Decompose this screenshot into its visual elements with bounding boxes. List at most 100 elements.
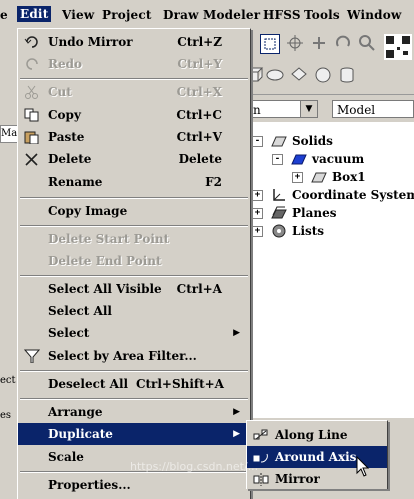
polygon-icon: [291, 67, 307, 81]
menu-window[interactable]: Window: [347, 8, 401, 22]
menu-item-shortcut: Ctrl+Y: [177, 57, 222, 71]
sphere-icon: [315, 67, 331, 83]
mirror-icon: [253, 473, 269, 486]
toolbar: [246, 30, 414, 95]
draw-polygon-button[interactable]: [290, 66, 308, 84]
menu-item-select[interactable]: Select ▶: [18, 322, 250, 344]
menu-separator: [20, 370, 248, 372]
edit-menu-dropdown: Undo Mirror Ctrl+Z Redo Ctrl+Y Cut Ctrl+…: [17, 28, 251, 499]
menu-item-shortcut: Delete: [178, 152, 222, 166]
zoom-icon: [359, 35, 375, 51]
menu-item-label: Properties...: [48, 478, 131, 492]
menu-separator: [20, 197, 248, 199]
zoom-button[interactable]: [358, 34, 376, 52]
menu-item-select-area-filter[interactable]: Select by Area Filter...: [18, 345, 250, 367]
planes-icon: [271, 206, 287, 219]
menu-item-label: Select: [48, 326, 90, 340]
menu-file-partial[interactable]: e: [0, 8, 8, 22]
collapse-toggle[interactable]: -: [252, 136, 263, 147]
menu-draw[interactable]: Draw: [163, 8, 199, 22]
rotate-icon: [336, 35, 350, 47]
menu-item-delete-start-point[interactable]: Delete Start Point: [18, 228, 250, 250]
menu-item-redo[interactable]: Redo Ctrl+Y: [18, 53, 250, 75]
menu-item-copy-image[interactable]: Copy Image: [18, 200, 250, 222]
menu-item-label: Copy Image: [48, 204, 128, 218]
menu-item-rename[interactable]: Rename F2: [18, 171, 250, 193]
redo-icon: [26, 58, 38, 70]
menu-item-select-all-visible[interactable]: Select All Visible Ctrl+A: [18, 278, 250, 300]
expand-toggle[interactable]: +: [252, 208, 263, 219]
menu-bar: e Edit View Project Draw Modeler HFSS To…: [0, 0, 414, 30]
crosshair-icon: [287, 35, 303, 51]
left-section-label-2: es: [0, 410, 12, 421]
menu-separator: [20, 225, 248, 227]
tree-label: Planes: [292, 206, 337, 220]
expand-toggle[interactable]: +: [252, 190, 263, 201]
select-icon: [264, 38, 276, 50]
tree-label: Solids: [292, 134, 333, 148]
submenu-item-along-line[interactable]: Along Line: [247, 424, 387, 446]
menu-item-label: Select All: [48, 304, 112, 318]
menu-item-paste[interactable]: Paste Ctrl+V: [18, 126, 250, 148]
menu-item-cut[interactable]: Cut Ctrl+X: [18, 81, 250, 103]
menu-item-shortcut: Ctrl+A: [176, 282, 222, 296]
left-section-label: ect: [0, 375, 16, 386]
model-combo[interactable]: Model: [332, 100, 414, 118]
menu-item-select-all[interactable]: Select All: [18, 300, 250, 322]
select-mode-button[interactable]: [260, 34, 280, 54]
draw-sphere-button[interactable]: [314, 66, 332, 84]
selection-mode-combo[interactable]: n ▼: [248, 100, 318, 118]
menu-item-delete[interactable]: Delete Delete: [18, 148, 250, 170]
lists-icon: [272, 224, 286, 238]
menu-item-deselect-all[interactable]: Deselect All Ctrl+Shift+A: [18, 373, 250, 395]
draw-cylinder-button[interactable]: [338, 66, 356, 84]
menu-item-duplicate[interactable]: Duplicate ▶: [18, 423, 250, 445]
tree-label: Box1: [332, 170, 366, 184]
menu-item-label: Cut: [48, 85, 72, 99]
delete-x-icon: [25, 153, 38, 166]
menu-item-arrange[interactable]: Arrange ▶: [18, 401, 250, 423]
object-icon: [311, 172, 327, 183]
fit-view-button[interactable]: [286, 34, 304, 52]
copy-icon: [24, 108, 39, 122]
menu-item-label: Scale: [48, 450, 84, 464]
submenu-item-label: Along Line: [275, 428, 348, 442]
draw-ellipse-button[interactable]: [266, 66, 284, 84]
menu-view[interactable]: View: [62, 8, 94, 22]
menu-item-properties[interactable]: Properties...: [18, 474, 250, 496]
undo-icon: [24, 36, 38, 48]
menu-item-label: Delete End Point: [48, 254, 162, 268]
cylinder-icon: [340, 67, 354, 83]
menu-item-copy[interactable]: Copy Ctrl+C: [18, 104, 250, 126]
menu-edit[interactable]: Edit: [17, 6, 52, 22]
menu-project[interactable]: Project: [102, 8, 152, 22]
menu-item-shortcut: Ctrl+Z: [177, 35, 222, 49]
expand-toggle[interactable]: +: [292, 172, 303, 183]
menu-separator: [20, 78, 248, 80]
menu-modeler[interactable]: Modeler: [203, 8, 260, 22]
collapse-toggle[interactable]: -: [272, 154, 283, 165]
ellipse-icon: [266, 69, 284, 81]
watermark-text: https://blog.csdn.net/...: [130, 460, 259, 473]
submenu-arrow-icon: ▶: [233, 429, 240, 439]
tree-label: Coordinate Systems: [292, 188, 414, 202]
pan-button[interactable]: [310, 34, 328, 52]
menu-tools[interactable]: Tools: [304, 8, 340, 22]
model-combo-value: Model: [337, 103, 376, 117]
paste-icon: [24, 131, 39, 144]
pan-icon: [313, 37, 325, 49]
menu-item-shortcut: Ctrl+C: [176, 108, 222, 122]
menu-item-label: Deselect All: [48, 377, 129, 391]
menu-hfss[interactable]: HFSS: [263, 8, 301, 22]
expand-toggle[interactable]: +: [252, 226, 263, 237]
mouse-cursor-icon: [356, 456, 370, 477]
along-line-icon: [253, 429, 268, 440]
chevron-down-icon[interactable]: ▼: [300, 101, 317, 117]
menu-item-label: Rename: [48, 175, 103, 189]
menu-item-label: Select All Visible: [48, 282, 162, 296]
menu-item-delete-end-point[interactable]: Delete End Point: [18, 250, 250, 272]
submenu-arrow-icon: ▶: [233, 407, 240, 417]
menu-item-undo[interactable]: Undo Mirror Ctrl+Z: [18, 31, 250, 53]
rotate-button[interactable]: [334, 34, 352, 52]
menu-item-shortcut: F2: [205, 175, 222, 189]
